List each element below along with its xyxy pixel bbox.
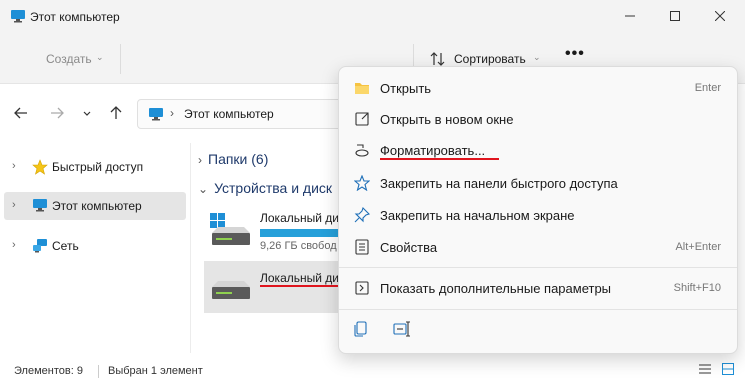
menu-item-format[interactable]: Форматировать... bbox=[343, 135, 733, 165]
status-selection: Выбран 1 элемент bbox=[108, 365, 203, 377]
folder-icon bbox=[353, 79, 371, 97]
group-header-label: Устройства и диск bbox=[214, 180, 333, 196]
system-drive-icon bbox=[208, 211, 252, 250]
arrow-right-icon bbox=[50, 107, 64, 122]
chevron-right-icon[interactable]: › bbox=[12, 239, 16, 251]
computer-icon bbox=[148, 107, 164, 124]
arrow-up-icon bbox=[110, 105, 122, 123]
drive-item-selected[interactable]: Локальный ди bbox=[204, 261, 342, 313]
minimize-icon bbox=[625, 10, 635, 24]
chevron-down-icon: ⌄ bbox=[96, 52, 104, 62]
menu-divider bbox=[339, 309, 737, 310]
context-menu: Открыть Enter Открыть в новом окне Форма… bbox=[338, 66, 738, 354]
rename-button[interactable] bbox=[393, 321, 411, 340]
pane-divider[interactable] bbox=[190, 143, 191, 353]
maximize-button[interactable] bbox=[652, 0, 698, 34]
details-view-button[interactable] bbox=[699, 363, 711, 378]
menu-item-label: Показать дополнительные параметры bbox=[380, 281, 612, 296]
menu-item-label: Свойства bbox=[380, 240, 438, 255]
tiles-view-icon bbox=[722, 363, 734, 378]
sidebar-item-label: Этот компьютер bbox=[52, 199, 142, 213]
back-button[interactable] bbox=[12, 105, 30, 123]
minimize-button[interactable] bbox=[607, 0, 653, 34]
format-icon bbox=[353, 141, 371, 159]
address-bar[interactable]: › Этот компьютер bbox=[137, 99, 347, 129]
status-item-count: Элементов: 9 bbox=[14, 365, 83, 377]
forward-button[interactable] bbox=[48, 105, 66, 123]
address-location: Этот компьютер bbox=[184, 107, 274, 121]
star-icon bbox=[32, 159, 48, 178]
sort-button[interactable]: Сортировать bbox=[454, 52, 526, 66]
menu-item-shortcut: Alt+Enter bbox=[675, 241, 721, 253]
close-button[interactable] bbox=[697, 0, 743, 34]
more-options-button[interactable]: ••• bbox=[565, 45, 585, 63]
menu-divider bbox=[339, 267, 737, 268]
group-header-folders[interactable]: › Папки (6) bbox=[198, 151, 268, 167]
menu-item-shortcut: Shift+F10 bbox=[673, 282, 721, 294]
computer-icon bbox=[32, 198, 48, 215]
pin-icon bbox=[353, 174, 371, 192]
navigation-pane: › Быстрый доступ › Этот компьютер › Сеть bbox=[0, 143, 190, 353]
create-button[interactable]: Создать bbox=[46, 52, 92, 66]
menu-item-shortcut: Enter bbox=[694, 82, 721, 94]
close-icon bbox=[714, 10, 726, 24]
sidebar-item-label: Быстрый доступ bbox=[52, 160, 144, 174]
drive-icon bbox=[208, 269, 252, 308]
copy-button[interactable] bbox=[353, 321, 369, 340]
pin-start-icon bbox=[353, 206, 371, 224]
chevron-right-icon[interactable]: › bbox=[12, 199, 16, 211]
menu-item-pin-start[interactable]: Закрепить на начальном экране bbox=[343, 200, 733, 230]
menu-item-label: Открыть bbox=[380, 81, 432, 96]
menu-item-label: Открыть в новом окне bbox=[380, 112, 514, 127]
drive-free-space: 9,26 ГБ свобод bbox=[260, 240, 337, 252]
rename-icon bbox=[393, 321, 411, 340]
chevron-right-icon: › bbox=[170, 106, 174, 120]
network-icon bbox=[32, 238, 48, 257]
menu-item-label: Закрепить на начальном экране bbox=[380, 208, 575, 223]
sidebar-item-network[interactable]: › Сеть bbox=[4, 232, 186, 260]
menu-item-label: Закрепить на панели быстрого доступа bbox=[380, 176, 618, 191]
tiles-view-button[interactable] bbox=[722, 363, 734, 378]
arrow-left-icon bbox=[14, 107, 28, 122]
menu-item-label: Форматировать... bbox=[380, 143, 486, 158]
sidebar-item-label: Сеть bbox=[52, 239, 79, 253]
more-options-icon bbox=[353, 279, 371, 297]
menu-item-show-more-options[interactable]: Показать дополнительные параметры Shift+… bbox=[343, 273, 733, 303]
group-header-label: Папки (6) bbox=[208, 151, 269, 167]
sidebar-item-this-pc[interactable]: › Этот компьютер bbox=[4, 192, 186, 220]
chevron-right-icon: › bbox=[198, 153, 202, 167]
drive-item[interactable]: Локальный ди 9,26 ГБ свобод bbox=[204, 203, 342, 255]
status-bar: Элементов: 9 Выбран 1 элемент bbox=[0, 356, 745, 384]
window-title: Этот компьютер bbox=[30, 10, 120, 24]
drive-usage-bar bbox=[260, 229, 342, 237]
title-bar: Этот компьютер bbox=[0, 0, 745, 34]
new-window-icon bbox=[353, 110, 371, 128]
menu-item-properties[interactable]: Свойства Alt+Enter bbox=[343, 232, 733, 262]
computer-icon bbox=[10, 9, 26, 26]
sidebar-item-quick-access[interactable]: › Быстрый доступ bbox=[4, 153, 186, 181]
up-button[interactable] bbox=[107, 105, 125, 123]
copy-icon bbox=[353, 321, 369, 340]
toolbar-divider bbox=[120, 44, 121, 74]
menu-item-pin-quick-access[interactable]: Закрепить на панели быстрого доступа bbox=[343, 168, 733, 198]
highlight-underline bbox=[380, 158, 499, 160]
maximize-icon bbox=[670, 10, 680, 24]
drive-name: Локальный ди bbox=[260, 211, 339, 225]
chevron-down-icon: ⌄ bbox=[533, 52, 541, 62]
chevron-down-icon bbox=[82, 107, 92, 121]
drive-name: Локальный ди bbox=[260, 271, 339, 285]
menu-item-open[interactable]: Открыть Enter bbox=[343, 73, 733, 103]
chevron-right-icon[interactable]: › bbox=[12, 160, 16, 172]
highlight-underline bbox=[260, 285, 342, 287]
file-list: › Папки (6) ⌄ Устройства и диск Локальный … bbox=[192, 143, 342, 353]
chevron-down-icon: ⌄ bbox=[198, 182, 209, 196]
status-divider bbox=[98, 365, 99, 378]
details-view-icon bbox=[699, 364, 711, 378]
properties-icon bbox=[353, 238, 371, 256]
group-header-devices[interactable]: ⌄ Устройства и диск bbox=[198, 180, 332, 196]
menu-item-open-new-window[interactable]: Открыть в новом окне bbox=[343, 104, 733, 134]
recent-locations-button[interactable] bbox=[78, 105, 96, 123]
